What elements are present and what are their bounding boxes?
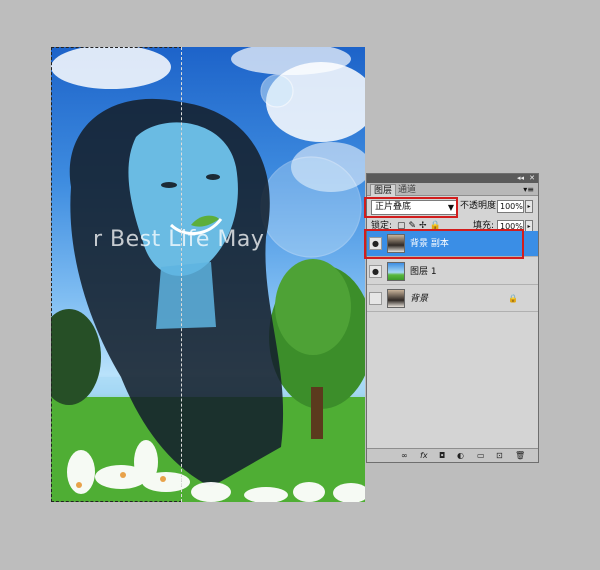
layer-row-background[interactable]: 背景 🔒 [367, 286, 538, 312]
layer-thumbnail [387, 262, 405, 281]
layer-name: 背景 [410, 294, 429, 304]
close-icon[interactable]: ✕ [529, 174, 535, 183]
layers-panel: ◂◂ ✕ 图层 通道 ▾≡ 正片叠底 ▼ 不透明度: 100% ▸ 锁定: ▢✎… [364, 173, 539, 463]
layer-style-icon[interactable]: fx [420, 449, 428, 463]
selection-edge [181, 47, 182, 502]
lock-icon: 🔒 [508, 294, 518, 303]
adjustment-layer-icon[interactable]: ◐ [457, 449, 464, 463]
marquee-selection[interactable] [51, 47, 182, 502]
blend-mode-highlight [364, 197, 458, 218]
tab-layers[interactable]: 图层 [370, 184, 397, 196]
delete-layer-icon[interactable]: 🗑 [515, 449, 525, 463]
selected-layer-highlight [364, 229, 524, 259]
new-group-icon[interactable]: ▭ [477, 449, 485, 463]
bubble [260, 156, 362, 258]
visibility-eye-icon[interactable] [369, 292, 382, 305]
layer-list: ● 背景 副本 ● 图层 1 背景 🔒 [364, 229, 538, 436]
opacity-slider-icon[interactable]: ▸ [525, 200, 533, 213]
add-mask-icon[interactable]: ◘ [439, 449, 445, 463]
tab-channels[interactable]: 通道 [395, 184, 419, 196]
blend-opacity-row: 正片叠底 ▼ 不透明度: 100% ▸ [364, 196, 538, 218]
panel-titlebar[interactable]: ◂◂ ✕ [367, 174, 538, 183]
opacity-label: 不透明度: [460, 201, 500, 211]
opacity-input[interactable]: 100% [497, 200, 524, 213]
layer-row-layer-1[interactable]: ● 图层 1 [367, 259, 538, 285]
collapse-icon[interactable]: ◂◂ [517, 174, 524, 183]
link-layers-icon[interactable]: ∞ [401, 449, 408, 463]
panel-menu-icon[interactable]: ▾≡ [523, 184, 534, 196]
visibility-eye-icon[interactable]: ● [369, 265, 382, 278]
layer-thumbnail [387, 289, 405, 308]
panel-tabs: 图层 通道 ▾≡ [367, 183, 538, 196]
bubble [260, 74, 294, 108]
panel-bottom-toolbar: ∞ fx ◘ ◐ ▭ ⊡ 🗑 [367, 448, 538, 462]
layer-name: 图层 1 [410, 267, 437, 277]
new-layer-icon[interactable]: ⊡ [496, 449, 503, 463]
